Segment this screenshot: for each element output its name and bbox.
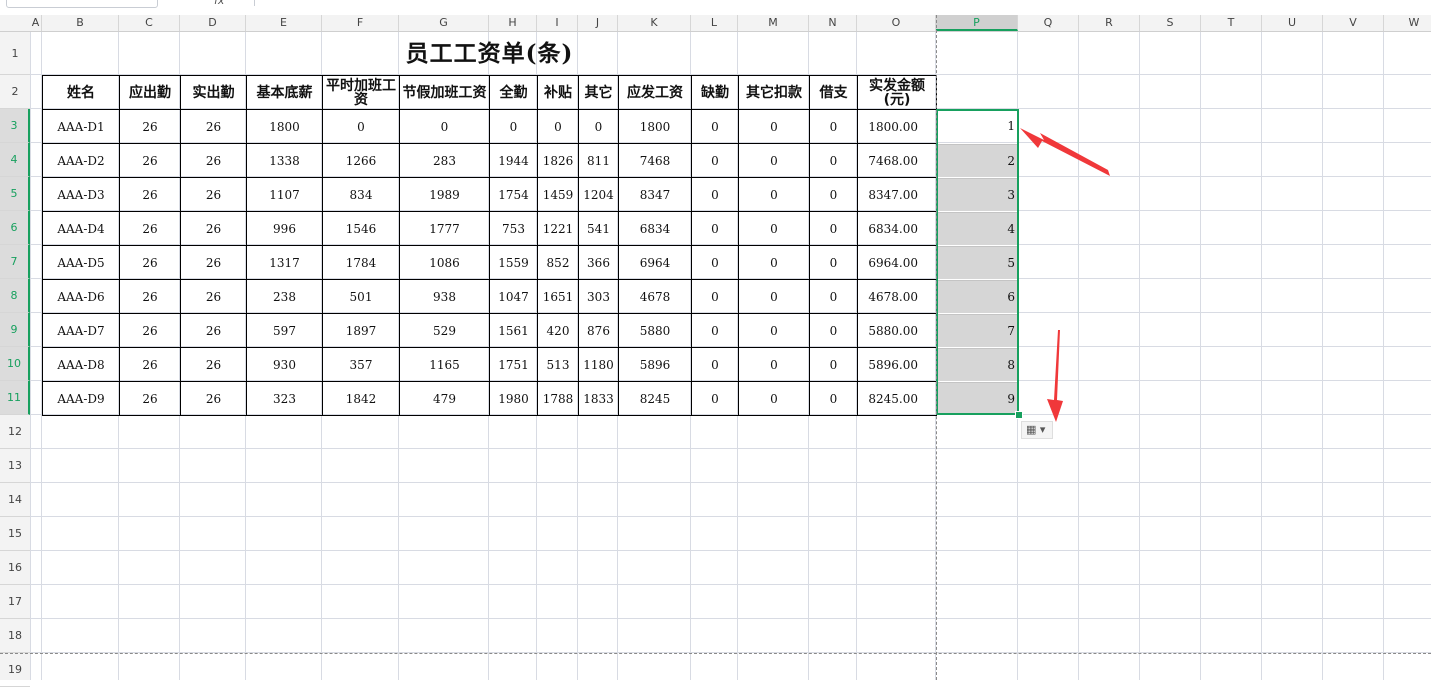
- arrow-pointing-left: [1020, 128, 1110, 176]
- arrow-pointing-down: [1047, 330, 1063, 422]
- annotation-arrows: [1020, 128, 1110, 422]
